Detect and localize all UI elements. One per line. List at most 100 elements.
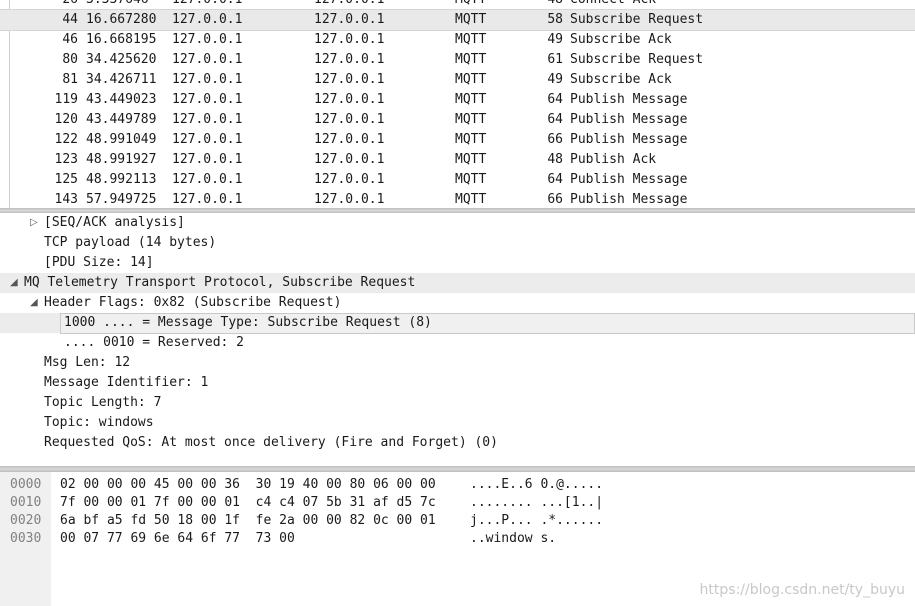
bytes-ascii: j...P... .*...... [470, 513, 604, 528]
packet-row[interactable]: 120 43.449789 127.0.0.1 127.0.0.1 MQTT 64 Publ… [0, 110, 915, 130]
packet-cell-length: 64 [547, 172, 563, 187]
packet-cell-protocol: MQTT [455, 152, 487, 167]
packet-details-tree[interactable]: ▷ [SEQ/ACK analysis] TCP payload (14 bytes… [0, 213, 915, 466]
packet-cell-dst: 127.0.0.1 [314, 52, 385, 67]
details-tree-item[interactable]: ▷ [SEQ/ACK analysis] [0, 213, 915, 233]
watermark: https://blog.csdn.net/ty_buyu [699, 582, 905, 598]
details-tree-item[interactable]: Topic Length: 7 [0, 393, 915, 413]
details-tree-item[interactable]: TCP payload (14 bytes) [0, 233, 915, 253]
packet-cell-length: 61 [547, 52, 563, 67]
packet-cell-length: 49 [547, 72, 563, 87]
packet-cell-src: 127.0.0.1 [172, 52, 243, 67]
packet-cell-protocol: MQTT [455, 0, 486, 10]
bytes-row[interactable]: 0010 7f 00 00 01 7f 00 00 01 c4 c4 07 5b … [0, 494, 915, 512]
details-tree-item[interactable]: ◢ Header Flags: 0x82 (Subscribe Request) [0, 293, 915, 313]
packet-cell-time: 16.668195 [86, 32, 157, 47]
packet-cell-protocol: MQTT [455, 32, 487, 47]
packet-cell-dst: 127.0.0.1 [314, 152, 385, 167]
packet-row[interactable]: 44 16.667280 127.0.0.1 127.0.0.1 MQTT 58 Subsc… [0, 9, 915, 31]
packet-cell-time: 34.425620 [86, 52, 157, 67]
bytes-row[interactable]: 0030 00 07 77 69 6e 64 6f 77 73 00 ..windo… [0, 530, 915, 548]
packet-row[interactable]: 125 48.992113 127.0.0.1 127.0.0.1 MQTT 64 Publ… [0, 170, 915, 190]
details-tree-label: [PDU Size: 14] [44, 255, 154, 270]
packet-row[interactable]: 80 34.425620 127.0.0.1 127.0.0.1 MQTT 61 Subsc… [0, 50, 915, 70]
details-tree-item[interactable]: [PDU Size: 14] [0, 253, 915, 273]
bytes-hex: 7f 00 00 01 7f 00 00 01 c4 c4 07 5b 31 a… [60, 495, 436, 510]
packet-cell-time: 48.991049 [86, 132, 157, 147]
packet-cell-length: 64 [547, 92, 563, 107]
packet-list[interactable]: 26 3.337646 127.0.0.1 127.0.0.1 MQTT 48 Connec… [0, 0, 915, 208]
expand-arrow-icon[interactable]: ▷ [30, 213, 38, 233]
packet-cell-no: 120 [54, 112, 78, 127]
packet-cell-src: 127.0.0.1 [172, 132, 243, 147]
packet-cell-info: Subscribe Request [570, 52, 704, 67]
collapse-arrow-icon[interactable]: ◢ [10, 273, 18, 293]
packet-cell-length: 48 [547, 152, 563, 167]
packet-cell-length: 48 [528, 0, 563, 10]
packet-row[interactable]: 143 57.949725 127.0.0.1 127.0.0.1 MQTT 66 Publ… [0, 190, 915, 208]
packet-cell-dst: 127.0.0.1 [314, 112, 385, 127]
packet-cell-src: 127.0.0.1 [172, 32, 243, 47]
packet-cell-length: 64 [547, 112, 563, 127]
bytes-ascii: ..window s. [470, 531, 557, 546]
bytes-row[interactable]: 0000 02 00 00 00 45 00 00 36 30 19 40 00 … [0, 476, 915, 494]
packet-cell-src: 127.0.0.1 [172, 112, 243, 127]
packet-row[interactable]: 122 48.991049 127.0.0.1 127.0.0.1 MQTT 66 Publ… [0, 130, 915, 150]
details-tree-item[interactable]: Topic: windows [0, 413, 915, 433]
packet-cell-info: Publish Message [570, 192, 688, 207]
packet-row[interactable]: 26 3.337646 127.0.0.1 127.0.0.1 MQTT 48 Connec… [0, 0, 915, 10]
packet-cell-dst: 127.0.0.1 [314, 132, 385, 147]
packet-cell-protocol: MQTT [455, 132, 487, 147]
packet-cell-time: 34.426711 [86, 72, 157, 87]
bytes-ascii: ........ ...[1..| [470, 495, 604, 510]
bytes-offset: 0030 [10, 531, 42, 546]
packet-cell-src: 127.0.0.1 [172, 152, 243, 167]
details-tree-item[interactable]: ◢ MQ Telemetry Transport Protocol, Subscr… [0, 273, 915, 293]
packet-cell-protocol: MQTT [455, 112, 487, 127]
packet-cell-info: Publish Ack [570, 152, 657, 167]
packet-cell-protocol: MQTT [455, 172, 487, 187]
details-tree-label: [SEQ/ACK analysis] [44, 215, 185, 230]
packet-row[interactable]: 123 48.991927 127.0.0.1 127.0.0.1 MQTT 48 Publ… [0, 150, 915, 170]
packet-cell-no: 119 [54, 92, 78, 107]
packet-cell-no: 80 [62, 52, 78, 67]
details-tree-item[interactable]: Msg Len: 12 [0, 353, 915, 373]
packet-list-rows: 26 3.337646 127.0.0.1 127.0.0.1 MQTT 48 Connec… [0, 0, 915, 208]
packet-cell-length: 66 [547, 132, 563, 147]
collapse-arrow-icon[interactable]: ◢ [30, 293, 38, 313]
packet-cell-info: Subscribe Request [570, 12, 704, 27]
packet-cell-time: 48.991927 [86, 152, 157, 167]
packet-cell-info: Publish Message [570, 92, 688, 107]
packet-cell-info: Publish Message [570, 112, 688, 127]
packet-cell-dst: 127.0.0.1 [314, 172, 385, 187]
packet-cell-dst: 127.0.0.1 [314, 192, 385, 207]
packet-cell-time: 3.337646 [86, 0, 149, 10]
packet-cell-src: 127.0.0.1 [172, 172, 243, 187]
packet-cell-no: 26 [14, 0, 78, 10]
packet-cell-protocol: MQTT [455, 12, 487, 27]
packet-row[interactable]: 46 16.668195 127.0.0.1 127.0.0.1 MQTT 49 Subsc… [0, 30, 915, 50]
details-tree-item[interactable]: Message Identifier: 1 [0, 373, 915, 393]
packet-row[interactable]: 81 34.426711 127.0.0.1 127.0.0.1 MQTT 49 Subsc… [0, 70, 915, 90]
packet-cell-no: 143 [54, 192, 78, 207]
bytes-row[interactable]: 0020 6a bf a5 fd 50 18 00 1f fe 2a 00 00 … [0, 512, 915, 530]
details-tree-label: Requested QoS: At most once delivery (Fi… [44, 435, 498, 450]
packet-details-rows: ▷ [SEQ/ACK analysis] TCP payload (14 bytes… [0, 213, 915, 453]
details-tree-item[interactable]: 1000 .... = Message Type: Subscribe Requ… [0, 313, 915, 334]
details-tree-label: MQ Telemetry Transport Protocol, Subscri… [24, 275, 416, 290]
packet-row[interactable]: 119 43.449023 127.0.0.1 127.0.0.1 MQTT 64 Publ… [0, 90, 915, 110]
details-tree-item[interactable]: .... 0010 = Reserved: 2 [0, 333, 915, 353]
packet-cell-time: 48.992113 [86, 172, 157, 187]
details-tree-item[interactable]: Requested QoS: At most once delivery (Fi… [0, 433, 915, 453]
packet-cell-time: 43.449023 [86, 92, 157, 107]
packet-cell-length: 58 [547, 12, 563, 27]
packet-cell-info: Publish Message [570, 172, 688, 187]
packet-cell-info: Subscribe Ack [570, 72, 672, 87]
packet-cell-protocol: MQTT [455, 52, 487, 67]
packet-cell-no: 81 [62, 72, 78, 87]
details-tree-label: 1000 .... = Message Type: Subscribe Requ… [64, 315, 432, 330]
packet-cell-protocol: MQTT [455, 92, 487, 107]
bytes-hex: 6a bf a5 fd 50 18 00 1f fe 2a 00 00 82 0… [60, 513, 436, 528]
packet-cell-length: 49 [547, 32, 563, 47]
packet-cell-info: Subscribe Ack [570, 32, 672, 47]
